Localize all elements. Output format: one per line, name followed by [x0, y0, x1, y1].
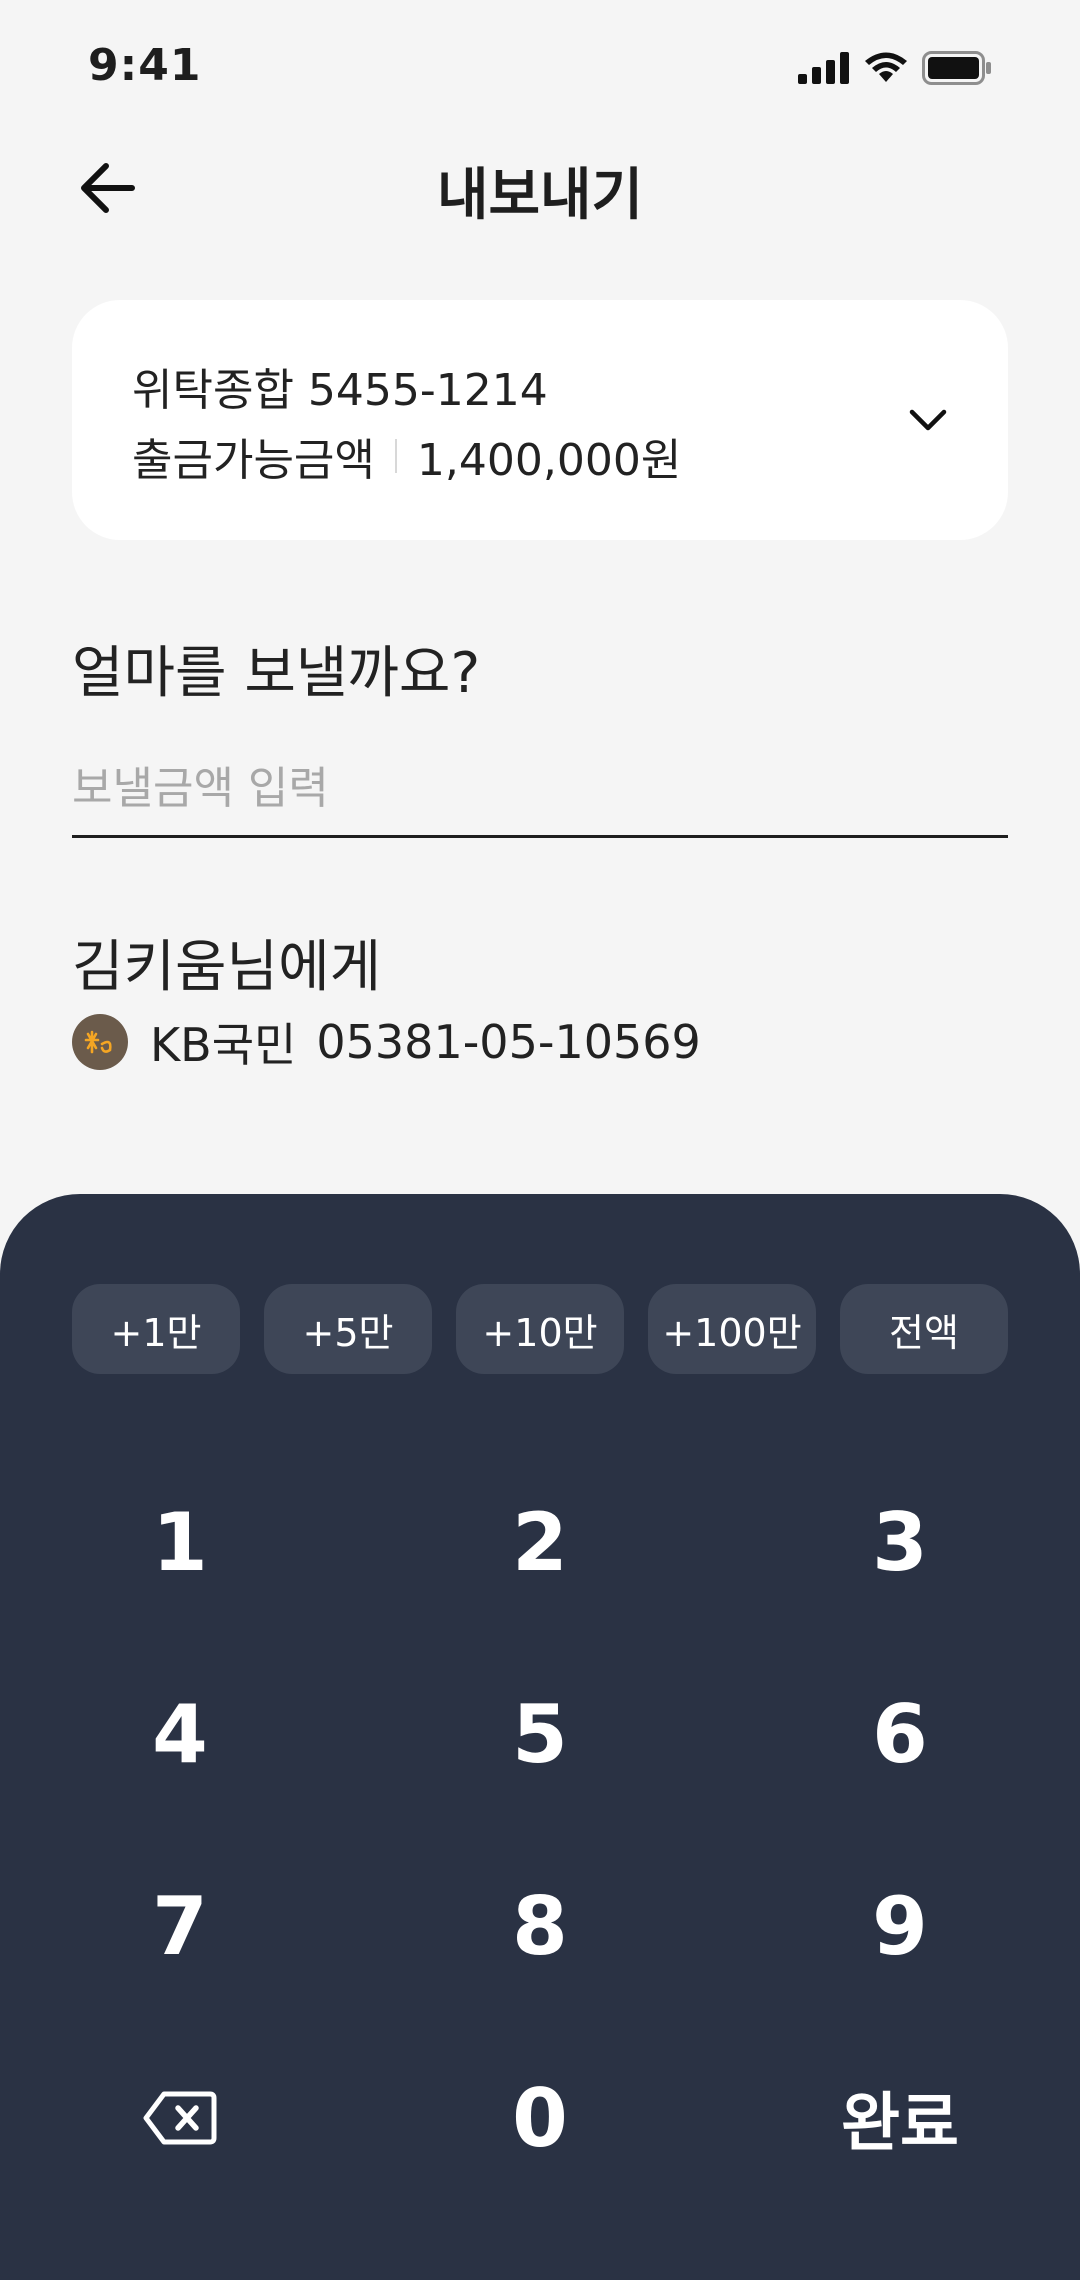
key-0[interactable]: 0 — [360, 2022, 720, 2214]
key-7[interactable]: 7 — [0, 1830, 360, 2022]
key-5[interactable]: 5 — [360, 1638, 720, 1830]
quick-amount-10k-button[interactable]: +1만 — [72, 1284, 240, 1374]
key-1[interactable]: 1 — [0, 1446, 360, 1638]
balance-value: 1,400,000원 — [416, 435, 682, 486]
quick-amount-chips: +1만 +5만 +10만 +100만 전액 — [72, 1284, 1008, 1374]
key-2[interactable]: 2 — [360, 1446, 720, 1638]
battery-icon — [922, 51, 991, 85]
signal-icon — [798, 52, 849, 84]
recipient-account-number: 05381-05-10569 — [316, 1015, 701, 1069]
account-selector[interactable]: 위탁종합 5455-1214 출금가능금액 1,400,000원 — [72, 300, 1008, 540]
backspace-icon — [143, 2091, 217, 2145]
page-title: 내보내기 — [436, 163, 644, 228]
kb-bank-logo-icon — [72, 1014, 128, 1070]
key-4[interactable]: 4 — [0, 1638, 360, 1830]
chevron-down-icon[interactable] — [900, 392, 956, 448]
quick-amount-100k-button[interactable]: +10만 — [456, 1284, 624, 1374]
balance-row: 출금가능금액 1,400,000원 — [132, 424, 681, 488]
amount-input[interactable] — [72, 742, 1008, 838]
header: 내보내기 — [0, 130, 1080, 242]
done-button[interactable]: 완료 — [720, 2022, 1080, 2214]
balance-divider — [394, 439, 397, 473]
recipient-account: KB국민 05381-05-10569 — [72, 1012, 701, 1072]
recipient-name: 김키움님에게 — [72, 935, 382, 1000]
wifi-icon — [865, 52, 907, 82]
balance-label: 출금가능금액 — [132, 435, 375, 486]
amount-question: 얼마를 보낼까요? — [72, 641, 481, 706]
status-bar: 9:41 — [0, 0, 1080, 130]
status-time: 9:41 — [88, 40, 202, 91]
keypad-panel: +1만 +5만 +10만 +100만 전액 1 2 3 4 5 6 7 8 9 … — [0, 1194, 1080, 2280]
quick-amount-all-button[interactable]: 전액 — [840, 1284, 1008, 1374]
key-9[interactable]: 9 — [720, 1830, 1080, 2022]
backspace-button[interactable] — [0, 2022, 360, 2214]
status-icons — [798, 50, 992, 86]
key-3[interactable]: 3 — [720, 1446, 1080, 1638]
quick-amount-50k-button[interactable]: +5만 — [264, 1284, 432, 1374]
recipient-bank: KB국민 — [150, 1018, 297, 1072]
key-6[interactable]: 6 — [720, 1638, 1080, 1830]
quick-amount-1m-button[interactable]: +100만 — [648, 1284, 816, 1374]
account-name: 위탁종합 5455-1214 — [132, 365, 548, 416]
number-keypad: 1 2 3 4 5 6 7 8 9 0 완료 — [0, 1446, 1080, 2214]
key-8[interactable]: 8 — [360, 1830, 720, 2022]
